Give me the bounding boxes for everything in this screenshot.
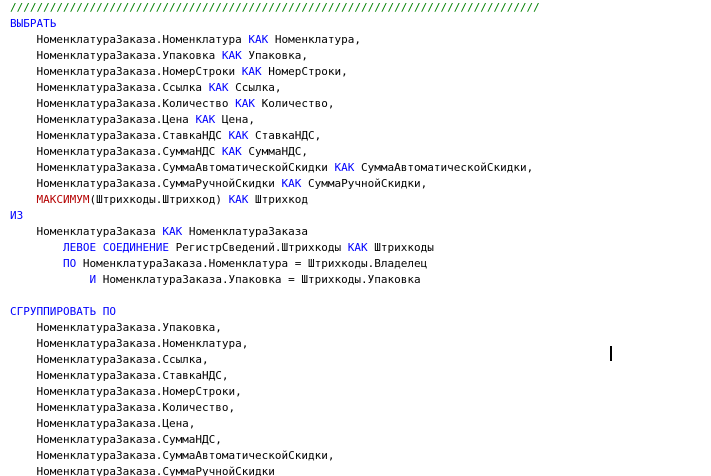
code-text: НоменклатураЗаказа.Номенклатура [10,33,249,46]
code-editor[interactable]: ////////////////////////////////////////… [0,0,711,476]
code-text: НоменклатураЗаказа.Номенклатура, [10,337,249,350]
code-keyword: КАК [235,97,256,110]
code-text: Ссылка, [228,81,282,94]
code-comment: ////////////////////////////////////////… [10,1,540,14]
code-text: НоменклатураЗаказа.Цена, [10,417,196,430]
code-text: НоменклатураЗаказа.НомерСтроки, [10,385,242,398]
code-text: НоменклатураЗаказа.Номенклатура = Штрихк… [76,257,428,270]
code-line[interactable]: ВЫБРАТЬ [10,16,540,32]
code-line[interactable]: НоменклатураЗаказа.Количество КАК Количе… [10,96,540,112]
code-line[interactable]: НоменклатураЗаказа.Упаковка, [10,320,540,336]
code-keyword: КАК [228,193,249,206]
code-line[interactable]: НоменклатураЗаказа.СуммаНДС, [10,432,540,448]
code-keyword: КАК [281,177,302,190]
code-keyword: КАК [334,161,355,174]
code-line[interactable]: НоменклатураЗаказа.НомерСтроки КАК Номер… [10,64,540,80]
code-text: НоменклатураЗаказа.СуммаАвтоматическойСк… [10,449,335,462]
code-text: РегистрСведений.Штрихкоды [168,241,348,254]
query-text[interactable]: ////////////////////////////////////////… [10,0,540,476]
code-line[interactable]: НоменклатураЗаказа.Ссылка, [10,352,540,368]
code-text: Штрихкоды [367,241,434,254]
code-text: СтавкаНДС, [248,129,322,142]
code-line[interactable]: НоменклатураЗаказа.НомерСтроки, [10,384,540,400]
code-line[interactable]: НоменклатураЗаказа.Количество, [10,400,540,416]
code-text: НоменклатураЗаказа.СуммаНДС [10,145,222,158]
code-line[interactable]: НоменклатураЗаказа.Номенклатура, [10,336,540,352]
code-text: НоменклатураЗаказа.СтавкаНДС [10,129,229,142]
code-text: Номенклатура, [268,33,362,46]
code-text: Штрихкод [248,193,309,206]
code-text: НоменклатураЗаказа.СуммаНДС, [10,433,222,446]
code-text: НоменклатураЗаказа [10,225,163,238]
code-text: НоменклатураЗаказа.Количество [10,97,236,110]
code-line[interactable]: НоменклатураЗаказа.СуммаАвтоматическойСк… [10,448,540,464]
code-line[interactable]: НоменклатураЗаказа.СуммаНДС КАК СуммаНДС… [10,144,540,160]
code-line[interactable]: ////////////////////////////////////////… [10,0,540,16]
code-line[interactable]: И НоменклатураЗаказа.Упаковка = Штрихкод… [10,272,540,288]
code-line[interactable]: НоменклатураЗаказа.Упаковка КАК Упаковка… [10,48,540,64]
code-text: Количество, [255,97,335,110]
code-text: НоменклатураЗаказа.Упаковка, [10,321,222,334]
code-line[interactable]: ПО НоменклатураЗаказа.Номенклатура = Штр… [10,256,540,272]
code-keyword: ПО [62,257,77,270]
code-line[interactable]: НоменклатураЗаказа.Ссылка КАК Ссылка, [10,80,540,96]
code-keyword: ЛЕВОЕ СОЕДИНЕНИЕ [62,241,169,254]
code-keyword: КАК [221,49,242,62]
code-text: СуммаАвтоматическойСкидки, [354,161,534,174]
code-line[interactable]: СГРУППИРОВАТЬ ПО [10,304,540,320]
code-keyword: КАК [347,241,368,254]
code-keyword: КАК [221,145,242,158]
code-line[interactable]: НоменклатураЗаказа КАК НоменклатураЗаказ… [10,224,540,240]
code-keyword: КАК [162,225,183,238]
code-keyword: КАК [208,81,229,94]
code-line[interactable]: НоменклатураЗаказа.Цена, [10,416,540,432]
code-line[interactable]: НоменклатураЗаказа.СуммаАвтоматическойСк… [10,160,540,176]
code-keyword: КАК [248,33,269,46]
code-text: НоменклатураЗаказа.СуммаРучнойСкидки [10,465,275,476]
code-text: НоменклатураЗаказа.Количество, [10,401,236,414]
code-text: НоменклатураЗаказа.Ссылка, [10,353,209,366]
text-cursor [610,346,612,361]
code-text: НоменклатураЗаказа [182,225,309,238]
code-keyword: ИЗ [10,209,24,222]
code-text: НомерСтроки, [261,65,348,78]
code-text: НоменклатураЗаказа.Ссылка [10,81,209,94]
code-line[interactable]: НоменклатураЗаказа.СтавкаНДС, [10,368,540,384]
code-keyword: СГРУППИРОВАТЬ ПО [10,305,116,318]
code-line[interactable]: НоменклатураЗаказа.СтавкаНДС КАК СтавкаН… [10,128,540,144]
code-line[interactable]: НоменклатураЗаказа.Цена КАК Цена, [10,112,540,128]
code-text: СуммаНДС, [241,145,309,158]
code-line[interactable]: НоменклатураЗаказа.СуммаРучнойСкидки КАК… [10,176,540,192]
code-line[interactable]: НоменклатураЗаказа.Номенклатура КАК Номе… [10,32,540,48]
code-text: Упаковка, [241,49,309,62]
code-keyword: КАК [241,65,262,78]
code-line[interactable]: ЛЕВОЕ СОЕДИНЕНИЕ РегистрСведений.Штрихко… [10,240,540,256]
code-line[interactable]: ИЗ [10,208,540,224]
code-text: НоменклатураЗаказа.Цена [10,113,196,126]
code-text: НоменклатураЗаказа.СуммаРучнойСкидки [10,177,282,190]
code-keyword: ВЫБРАТЬ [10,17,57,30]
code-function: МАКСИМУМ [36,193,90,206]
code-text: НоменклатураЗаказа.НомерСтроки [10,65,242,78]
code-text: (Штрихкоды.Штрихкод) [89,193,229,206]
code-line[interactable] [10,288,540,304]
code-line[interactable]: НоменклатураЗаказа.СуммаРучнойСкидки [10,464,540,476]
code-text: НоменклатураЗаказа.Упаковка [10,49,222,62]
code-text: НоменклатураЗаказа.СуммаАвтоматическойСк… [10,161,335,174]
code-keyword: КАК [228,129,249,142]
code-text: НоменклатураЗаказа.Упаковка = Штрихкоды.… [96,273,421,286]
code-text: Цена, [215,113,256,126]
code-text: НоменклатураЗаказа.СтавкаНДС, [10,369,229,382]
code-text: СуммаРучнойСкидки, [301,177,428,190]
code-line[interactable]: МАКСИМУМ(Штрихкоды.Штрихкод) КАК Штрихко… [10,192,540,208]
code-keyword: КАК [195,113,216,126]
